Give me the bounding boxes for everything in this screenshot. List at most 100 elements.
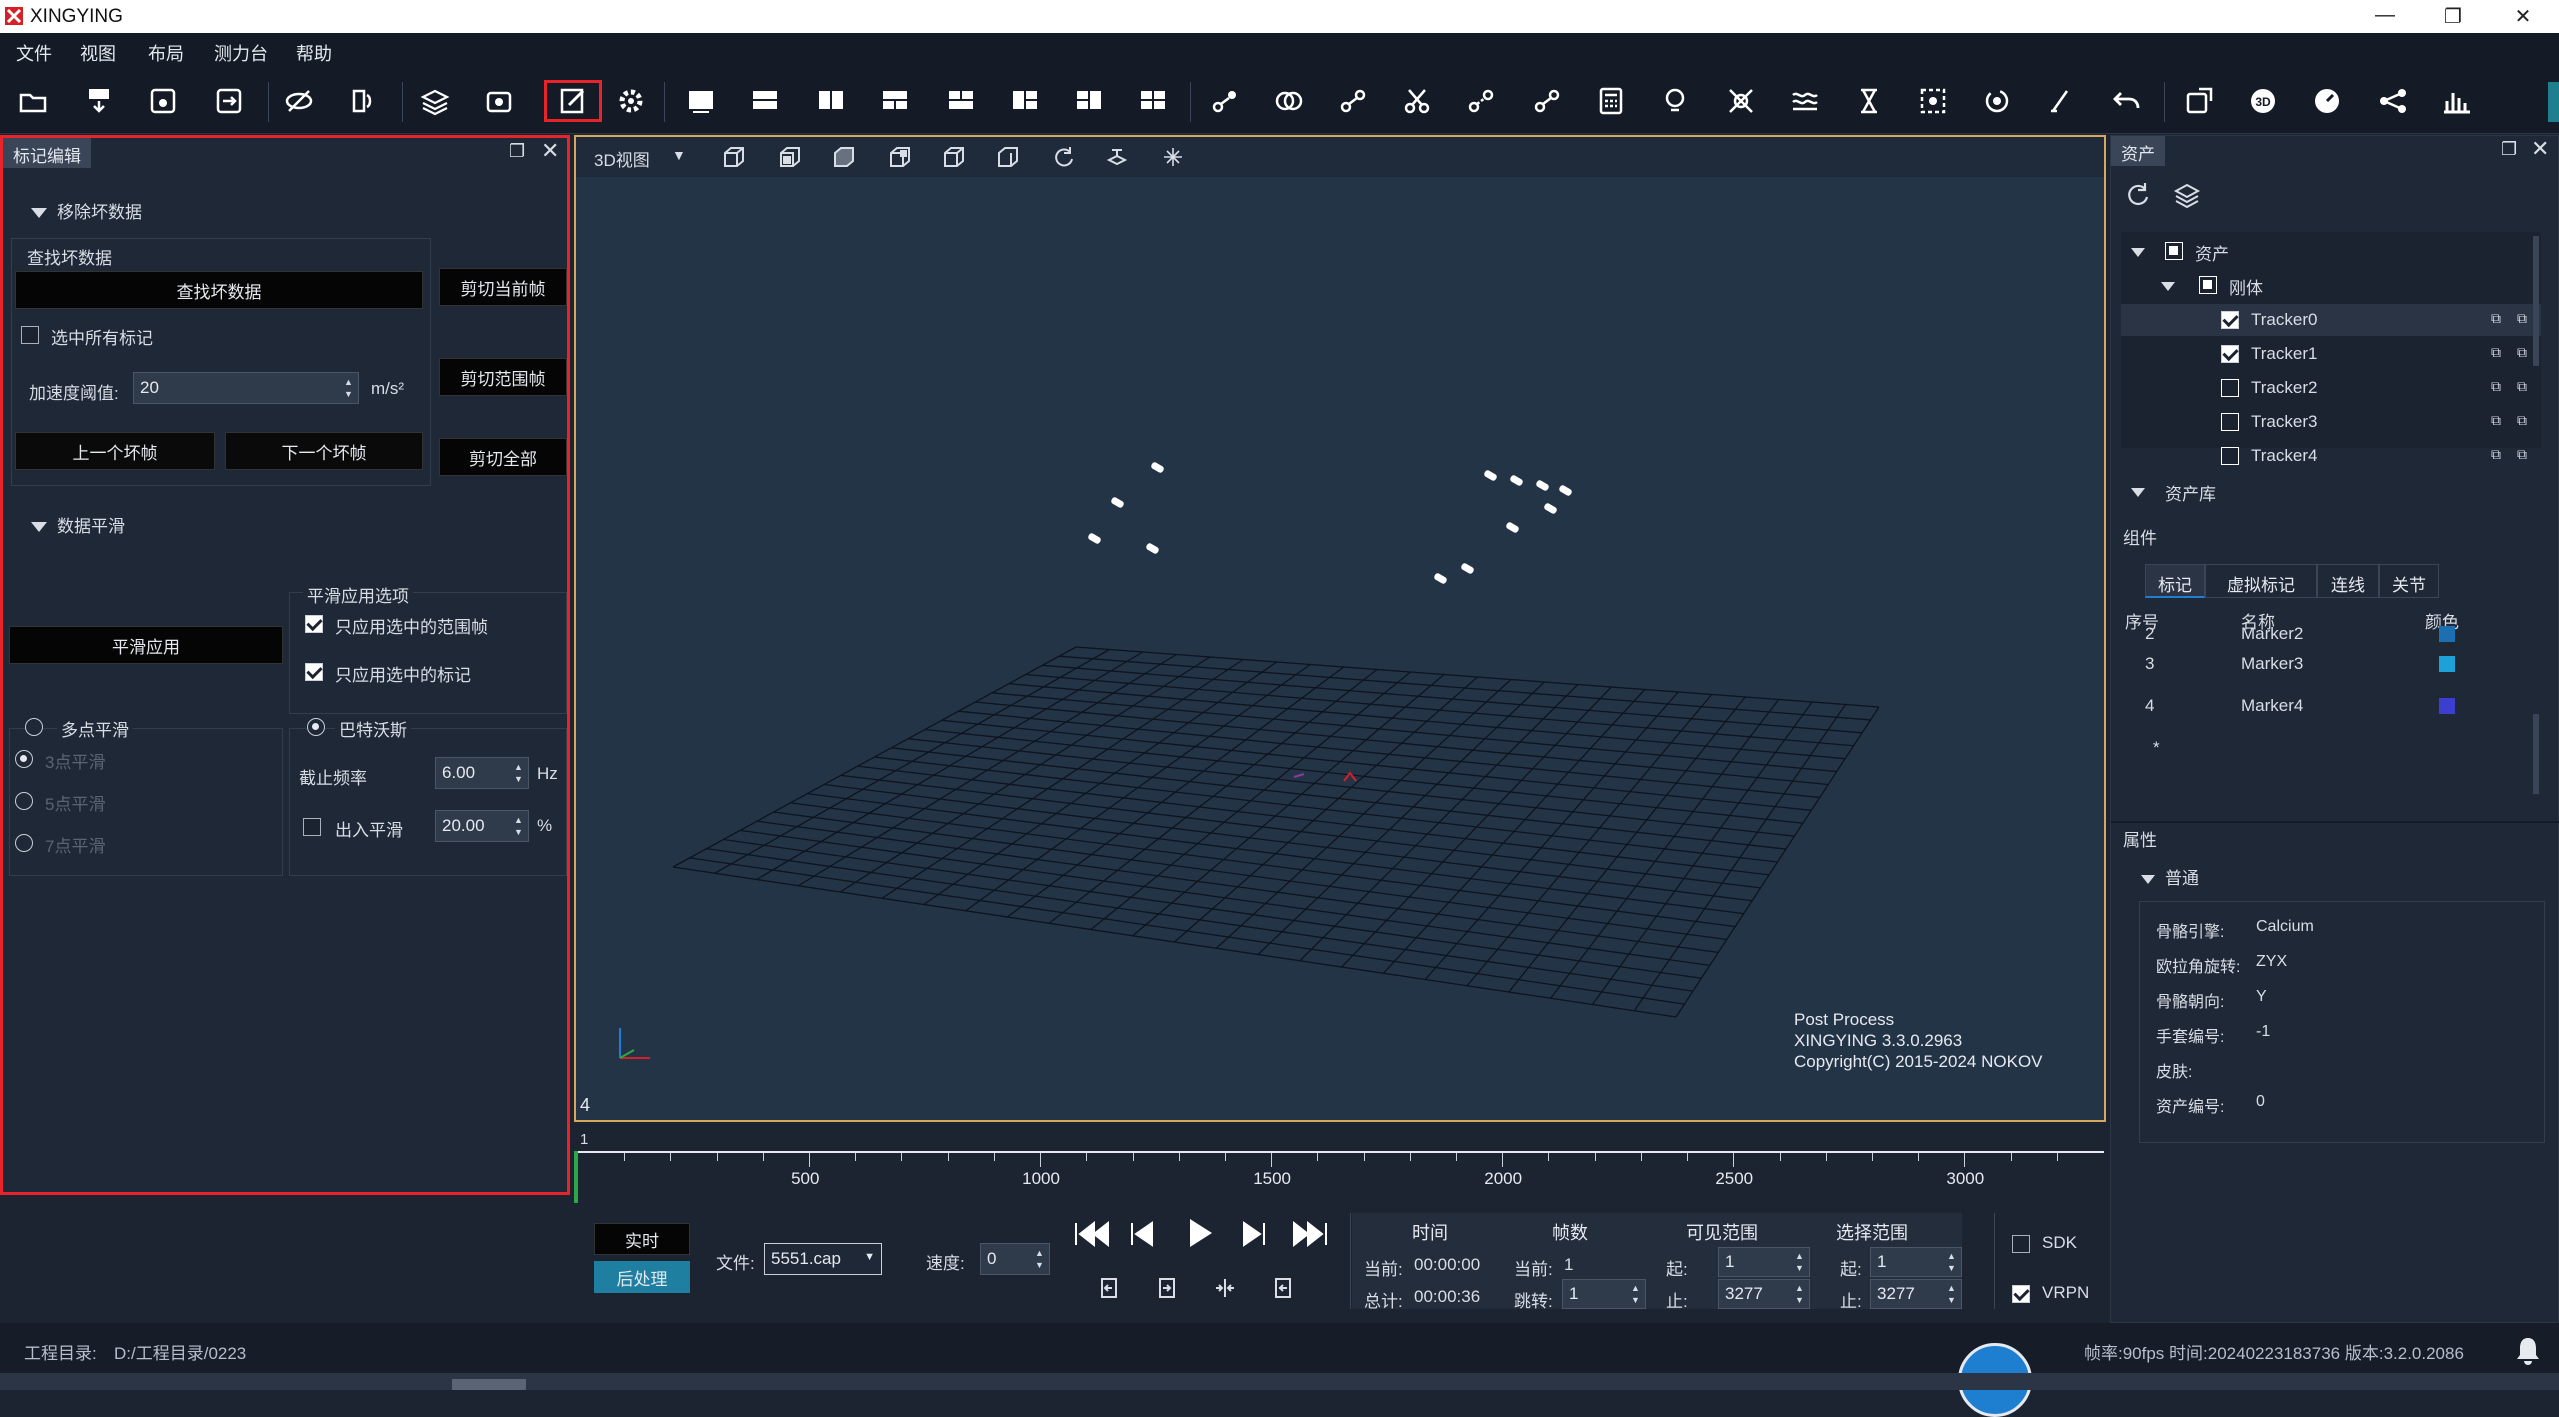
marker-fill-icon[interactable]: [1462, 82, 1500, 120]
rotate-target-icon[interactable]: [1978, 82, 2016, 120]
skip-to-end-icon[interactable]: [1290, 1219, 1330, 1249]
spin-down-icon[interactable]: ▼: [1947, 1262, 1959, 1274]
view-top-icon[interactable]: [940, 144, 966, 170]
next-bad-frame-button[interactable]: 下一个坏帧: [225, 432, 423, 470]
float-panel-icon[interactable]: ❐: [2501, 139, 2517, 160]
visible-end-input[interactable]: 3277 ▲ ▼: [1718, 1279, 1810, 1309]
close-panel-icon[interactable]: ✕: [541, 138, 559, 164]
tree-item-tracker[interactable]: Tracker1 ⧉ ⧉: [2121, 338, 2541, 370]
save-icon[interactable]: [144, 82, 182, 120]
range-shrink-icon[interactable]: [1212, 1275, 1238, 1301]
spin-down-icon[interactable]: ▼: [1795, 1294, 1807, 1306]
tracker-checkbox[interactable]: [2221, 311, 2239, 329]
notification-bell-icon[interactable]: [2514, 1335, 2542, 1365]
calibrate-icon[interactable]: [344, 82, 382, 120]
jump-input[interactable]: 1 ▲ ▼: [1562, 1279, 1646, 1309]
tree-item-tracker[interactable]: Tracker0 ⧉ ⧉: [2121, 304, 2541, 336]
close-window-button[interactable]: ✕: [2508, 4, 2538, 29]
tree-toggle-library[interactable]: [2131, 484, 2155, 502]
sparkle-view-icon[interactable]: [1160, 144, 1186, 170]
layout-four-icon[interactable]: [1134, 82, 1172, 120]
tree-toggle-rigid[interactable]: [2161, 278, 2185, 296]
layers-icon[interactable]: [2173, 181, 2201, 209]
select-end-input[interactable]: 3277 ▲ ▼: [1870, 1279, 1962, 1309]
step-back-icon[interactable]: [1126, 1219, 1158, 1249]
spin-up-icon[interactable]: ▲: [514, 761, 526, 773]
tracker-checkbox[interactable]: [2221, 447, 2239, 465]
tracker-checkbox[interactable]: [2221, 413, 2239, 431]
speed-input[interactable]: 0 ▲ ▼: [980, 1243, 1050, 1275]
marker-link-icon[interactable]: [1206, 82, 1244, 120]
spin-up-icon[interactable]: ▲: [1795, 1282, 1807, 1294]
spin-up-icon[interactable]: ▲: [1795, 1250, 1807, 1262]
table-row[interactable]: 3 Marker3: [2121, 654, 2541, 684]
apply-range-checkbox[interactable]: [305, 615, 323, 633]
spin-up-icon[interactable]: ▲: [344, 376, 356, 388]
cut-range-frames-button[interactable]: 剪切范围帧: [439, 358, 567, 396]
menu-file[interactable]: 文件: [16, 40, 52, 66]
scissors-icon[interactable]: [1398, 82, 1436, 120]
table-row[interactable]: 4 Marker4: [2121, 696, 2541, 726]
calculator-icon[interactable]: [1592, 82, 1630, 120]
tree-item-tracker[interactable]: Tracker2 ⧉ ⧉: [2121, 372, 2541, 404]
hide-eye-icon[interactable]: [280, 82, 318, 120]
component-tab[interactable]: 连线: [2317, 564, 2379, 598]
playhead[interactable]: [574, 1151, 578, 1203]
select-box-icon[interactable]: [1914, 82, 1952, 120]
minimize-button[interactable]: —: [2370, 4, 2400, 27]
layers-icon[interactable]: [416, 82, 454, 120]
accel-threshold-input[interactable]: 20 ▲ ▼: [133, 372, 359, 404]
multipoint-radio[interactable]: [25, 718, 43, 736]
copy-tracker-icon[interactable]: ⧉: [2491, 378, 2501, 395]
copy-tracker-icon[interactable]: ⧉: [2491, 310, 2501, 327]
property-value[interactable]: ZYX: [2256, 953, 2287, 971]
layout-three-c-icon[interactable]: [1006, 82, 1044, 120]
spin-down-icon[interactable]: ▼: [1795, 1262, 1807, 1274]
spin-up-icon[interactable]: ▲: [514, 814, 526, 826]
sdk-checkbox[interactable]: [2012, 1235, 2030, 1253]
tab-marker-edit[interactable]: 标记编辑: [3, 138, 91, 168]
export-box-icon[interactable]: [2180, 82, 2218, 120]
restore-button[interactable]: ❐: [2438, 4, 2468, 29]
copy-tracker-icon[interactable]: ⧉: [2491, 344, 2501, 361]
pen-draw-icon[interactable]: [2042, 82, 2080, 120]
smooth-apply-button[interactable]: 平滑应用: [9, 626, 283, 664]
spin-up-icon[interactable]: ▲: [1631, 1282, 1643, 1294]
marker-connect-icon[interactable]: [1528, 82, 1566, 120]
smooth-7pt-radio[interactable]: [15, 834, 33, 852]
cap-export-icon[interactable]: [80, 82, 118, 120]
view-mode-select[interactable]: 3D视图: [594, 146, 650, 171]
tracker-settings-icon[interactable]: ⧉: [2517, 412, 2527, 429]
skeleton-link-icon[interactable]: [2374, 82, 2412, 120]
spin-down-icon[interactable]: ▼: [514, 826, 526, 838]
tracker-settings-icon[interactable]: ⧉: [2517, 446, 2527, 463]
cut-current-frame-button[interactable]: 剪切当前帧: [439, 268, 567, 306]
smooth-wave-icon[interactable]: [1786, 82, 1824, 120]
undo-icon[interactable]: [2108, 82, 2146, 120]
view-bottom-icon[interactable]: [994, 144, 1020, 170]
refresh-icon[interactable]: [2123, 181, 2151, 209]
spin-down-icon[interactable]: ▼: [1947, 1294, 1959, 1306]
select-all-markers-checkbox[interactable]: [21, 326, 39, 344]
hourglass-cut-icon[interactable]: [1850, 82, 1888, 120]
speedometer-icon[interactable]: [2308, 82, 2346, 120]
marker-merge-icon[interactable]: [1270, 82, 1308, 120]
timeline[interactable]: 1 500 1000 1500 2000 2500 3000: [574, 1125, 2106, 1205]
menu-view[interactable]: 视图: [80, 40, 116, 66]
spin-up-icon[interactable]: ▲: [1035, 1247, 1047, 1259]
row-color-swatch[interactable]: [2439, 626, 2455, 642]
menu-force-plate[interactable]: 测力台: [214, 40, 268, 66]
layout-single-icon[interactable]: [682, 82, 720, 120]
table-row[interactable]: 2 Marker2: [2121, 624, 2541, 654]
property-value[interactable]: -1: [2256, 1023, 2270, 1041]
close-panel-icon[interactable]: ✕: [2531, 136, 2549, 162]
menu-layout[interactable]: 布局: [148, 40, 184, 66]
layout-two-col-icon[interactable]: [812, 82, 850, 120]
row-color-swatch[interactable]: [2439, 698, 2455, 714]
menu-help[interactable]: 帮助: [296, 40, 332, 66]
layout-three-b-icon[interactable]: [942, 82, 980, 120]
open-folder-icon[interactable]: [14, 82, 52, 120]
realtime-button[interactable]: 实时: [594, 1223, 690, 1255]
spin-down-icon[interactable]: ▼: [1631, 1294, 1643, 1306]
spin-down-icon[interactable]: ▼: [514, 773, 526, 785]
